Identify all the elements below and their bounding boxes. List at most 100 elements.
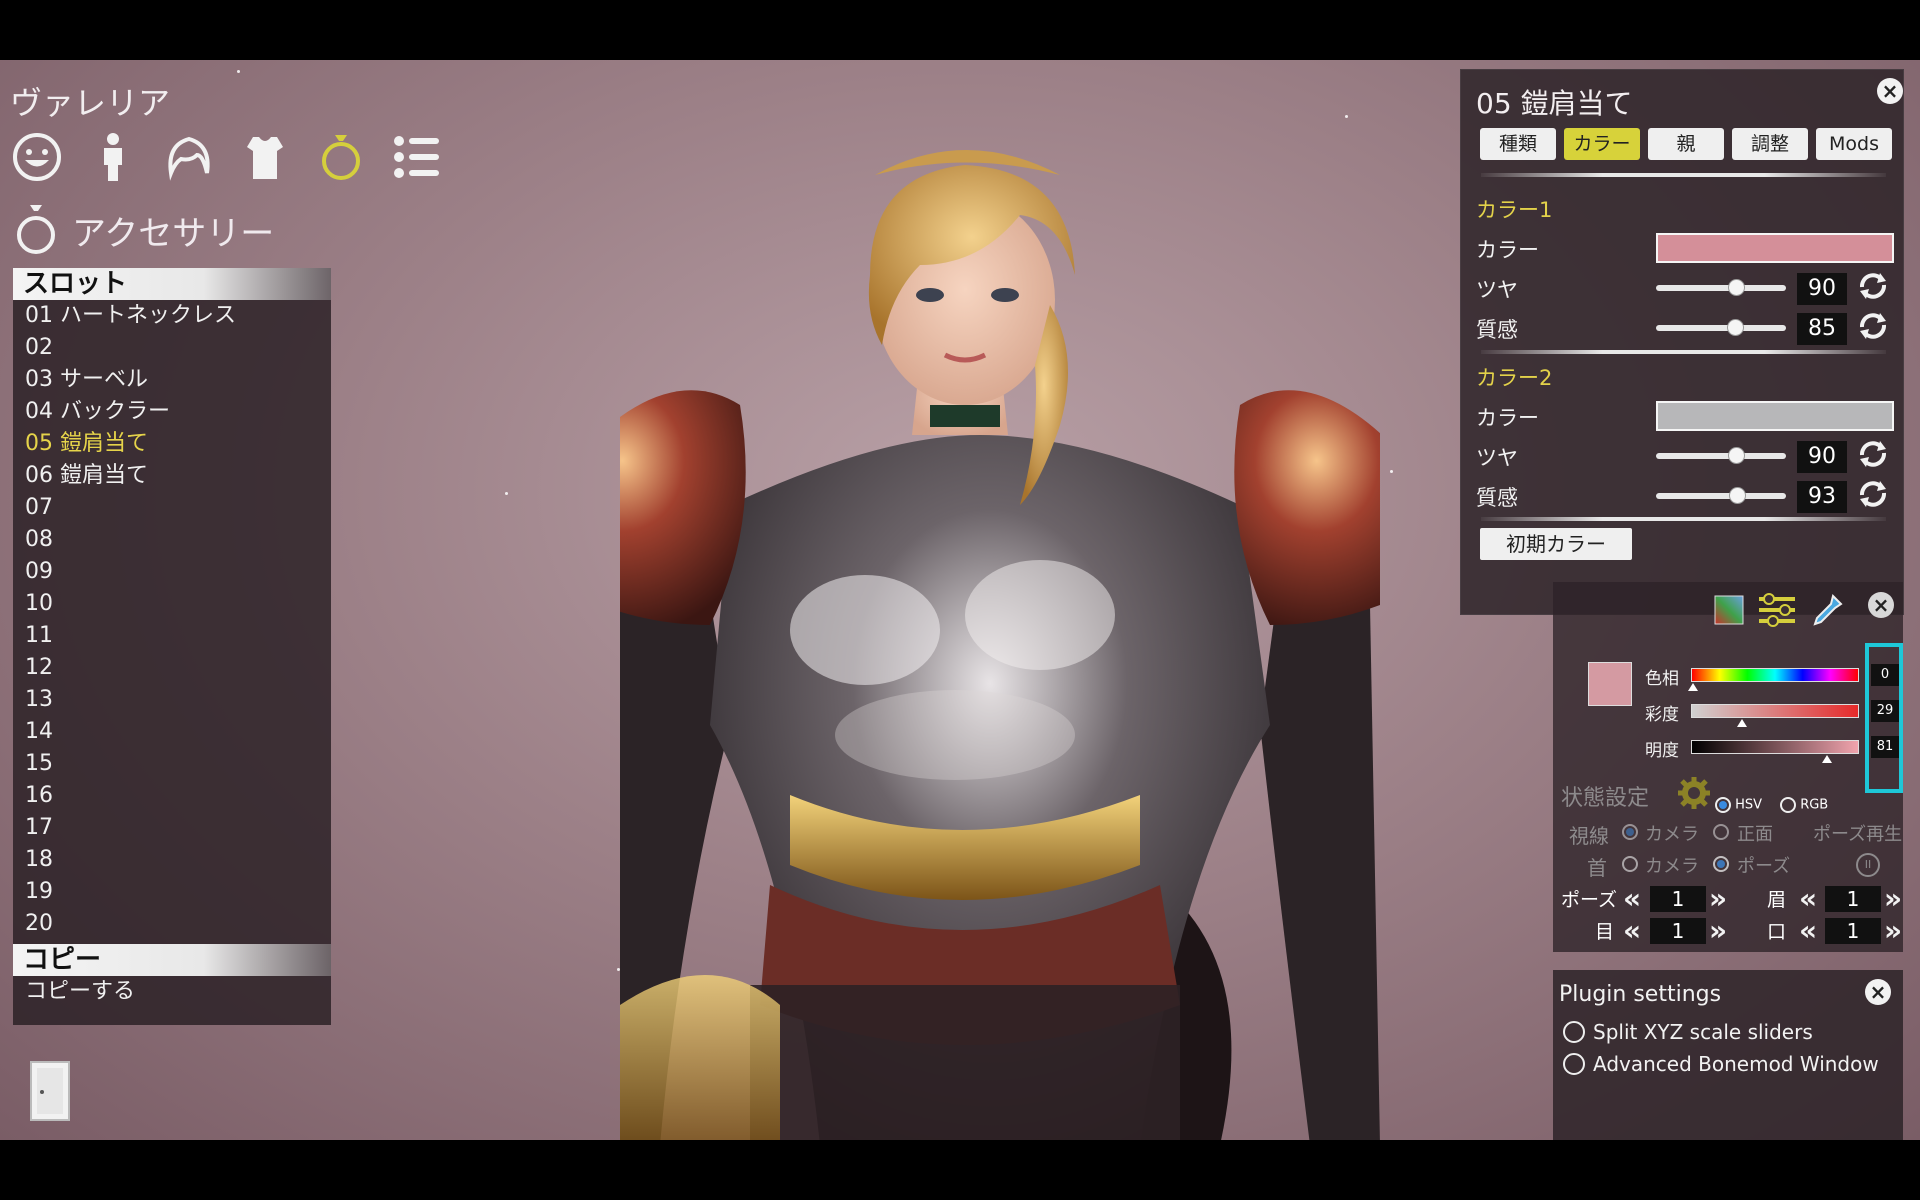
sparkle	[237, 70, 240, 73]
pose-value[interactable]: 1	[1650, 886, 1706, 912]
slot-item[interactable]: 10	[13, 588, 331, 620]
slot-panel: スロット 01 ハートネックレス 02 03 サーベル 04 バックラー 05 …	[13, 268, 331, 1025]
list-icon[interactable]	[390, 130, 444, 184]
pose-prev-arrow[interactable]: «	[1623, 885, 1641, 913]
tab-mods[interactable]: Mods	[1816, 128, 1892, 160]
eyebrow-value[interactable]: 1	[1825, 886, 1881, 912]
hue-slider[interactable]	[1691, 668, 1859, 682]
eyedropper-icon[interactable]	[1809, 592, 1845, 628]
eye-prev-arrow[interactable]: «	[1623, 917, 1641, 945]
advanced-bonemod-option[interactable]: Advanced Bonemod Window	[1563, 1052, 1879, 1076]
gaze-label: 視線	[1569, 824, 1609, 848]
ring-icon[interactable]	[314, 130, 368, 184]
tab-bar: 種類 カラー 親 調整 Mods	[1480, 128, 1892, 160]
slot-item[interactable]: 07	[13, 492, 331, 524]
exit-door-icon[interactable]	[29, 1060, 71, 1122]
slot-item[interactable]: 03 サーベル	[13, 364, 331, 396]
slider-knob[interactable]	[1728, 279, 1745, 296]
color2-gloss-slider[interactable]	[1656, 447, 1786, 464]
slot-item[interactable]: 11	[13, 620, 331, 652]
color2-gloss-value[interactable]: 90	[1797, 441, 1847, 473]
gaze-front-radio[interactable]	[1713, 824, 1729, 840]
color1-color-label: カラー	[1476, 238, 1539, 262]
pause-icon[interactable]: II	[1856, 853, 1880, 877]
copy-button[interactable]: コピーする	[13, 976, 331, 1008]
slot-item[interactable]: 18	[13, 844, 331, 876]
split-xyz-radio[interactable]	[1563, 1021, 1585, 1043]
slot-item-selected[interactable]: 05 鎧肩当て	[13, 428, 331, 460]
slot-item[interactable]: 20	[13, 908, 331, 940]
slot-item[interactable]: 13	[13, 684, 331, 716]
value-marker[interactable]	[1822, 755, 1832, 763]
close-icon[interactable]: ×	[1865, 979, 1891, 1005]
color1-gloss-slider[interactable]	[1656, 279, 1786, 296]
sparkle	[505, 492, 508, 495]
hair-icon[interactable]	[162, 130, 216, 184]
neck-label: 首	[1587, 856, 1607, 880]
reset-icon[interactable]	[1856, 271, 1890, 301]
section-label: アクセサリー	[72, 213, 275, 254]
slider-knob[interactable]	[1727, 319, 1744, 336]
saturation-slider[interactable]	[1691, 704, 1859, 718]
color1-swatch[interactable]	[1656, 233, 1894, 263]
color1-texture-value[interactable]: 85	[1797, 313, 1847, 345]
close-icon[interactable]: ×	[1868, 592, 1894, 618]
eyebrow-prev-arrow[interactable]: «	[1799, 885, 1817, 913]
color2-swatch[interactable]	[1656, 401, 1894, 431]
face-icon[interactable]	[10, 130, 64, 184]
mouth-label: 口	[1767, 921, 1787, 943]
eyebrow-next-arrow[interactable]: »	[1884, 885, 1902, 913]
slot-item[interactable]: 01 ハートネックレス	[13, 300, 331, 332]
close-icon[interactable]: ×	[1877, 78, 1903, 104]
tab-parent[interactable]: 親	[1648, 128, 1724, 160]
slot-item[interactable]: 19	[13, 876, 331, 908]
slot-item[interactable]: 06 鎧肩当て	[13, 460, 331, 492]
mouth-value[interactable]: 1	[1825, 918, 1881, 944]
saturation-marker[interactable]	[1737, 719, 1747, 727]
clothes-icon[interactable]	[238, 130, 292, 184]
advanced-bonemod-radio[interactable]	[1563, 1053, 1585, 1075]
reset-icon[interactable]	[1856, 439, 1890, 469]
gaze-camera-radio[interactable]	[1622, 824, 1638, 840]
slot-item[interactable]: 09	[13, 556, 331, 588]
tab-color[interactable]: カラー	[1564, 128, 1640, 160]
split-xyz-option[interactable]: Split XYZ scale sliders	[1563, 1020, 1813, 1044]
reset-icon[interactable]	[1856, 311, 1890, 341]
hue-marker[interactable]	[1688, 683, 1698, 691]
tab-type[interactable]: 種類	[1480, 128, 1556, 160]
default-color-button[interactable]: 初期カラー	[1480, 528, 1632, 560]
palette-icon[interactable]	[1713, 594, 1745, 626]
body-icon[interactable]	[86, 130, 140, 184]
slot-item[interactable]: 16	[13, 780, 331, 812]
copy-header: コピー	[13, 944, 331, 976]
slot-item[interactable]: 17	[13, 812, 331, 844]
slot-item[interactable]: 04 バックラー	[13, 396, 331, 428]
slot-item[interactable]: 02	[13, 332, 331, 364]
neck-camera-radio[interactable]	[1622, 856, 1638, 872]
slot-item[interactable]: 15	[13, 748, 331, 780]
reset-icon[interactable]	[1856, 479, 1890, 509]
color2-gloss-label: ツヤ	[1476, 446, 1518, 470]
slot-item[interactable]: 14	[13, 716, 331, 748]
mouth-next-arrow[interactable]: »	[1884, 917, 1902, 945]
neck-pose-radio[interactable]	[1713, 856, 1729, 872]
eye-next-arrow[interactable]: »	[1709, 917, 1727, 945]
color1-gloss-value[interactable]: 90	[1797, 273, 1847, 305]
gear-icon[interactable]	[1677, 776, 1711, 810]
color2-texture-slider[interactable]	[1656, 487, 1786, 504]
slider-knob[interactable]	[1729, 487, 1746, 504]
mouth-prev-arrow[interactable]: «	[1799, 917, 1817, 945]
value-slider[interactable]	[1691, 740, 1859, 754]
slot-item[interactable]: 12	[13, 652, 331, 684]
tab-adjust[interactable]: 調整	[1732, 128, 1808, 160]
slider-knob[interactable]	[1728, 447, 1745, 464]
slot-item[interactable]: 08	[13, 524, 331, 556]
pose-next-arrow[interactable]: »	[1709, 885, 1727, 913]
color2-texture-value[interactable]: 93	[1797, 481, 1847, 513]
slot-header: スロット	[13, 268, 331, 300]
sliders-icon[interactable]	[1757, 592, 1797, 628]
divider	[1481, 517, 1886, 521]
color1-texture-label: 質感	[1476, 318, 1518, 342]
color1-texture-slider[interactable]	[1656, 319, 1786, 336]
eye-value[interactable]: 1	[1650, 918, 1706, 944]
